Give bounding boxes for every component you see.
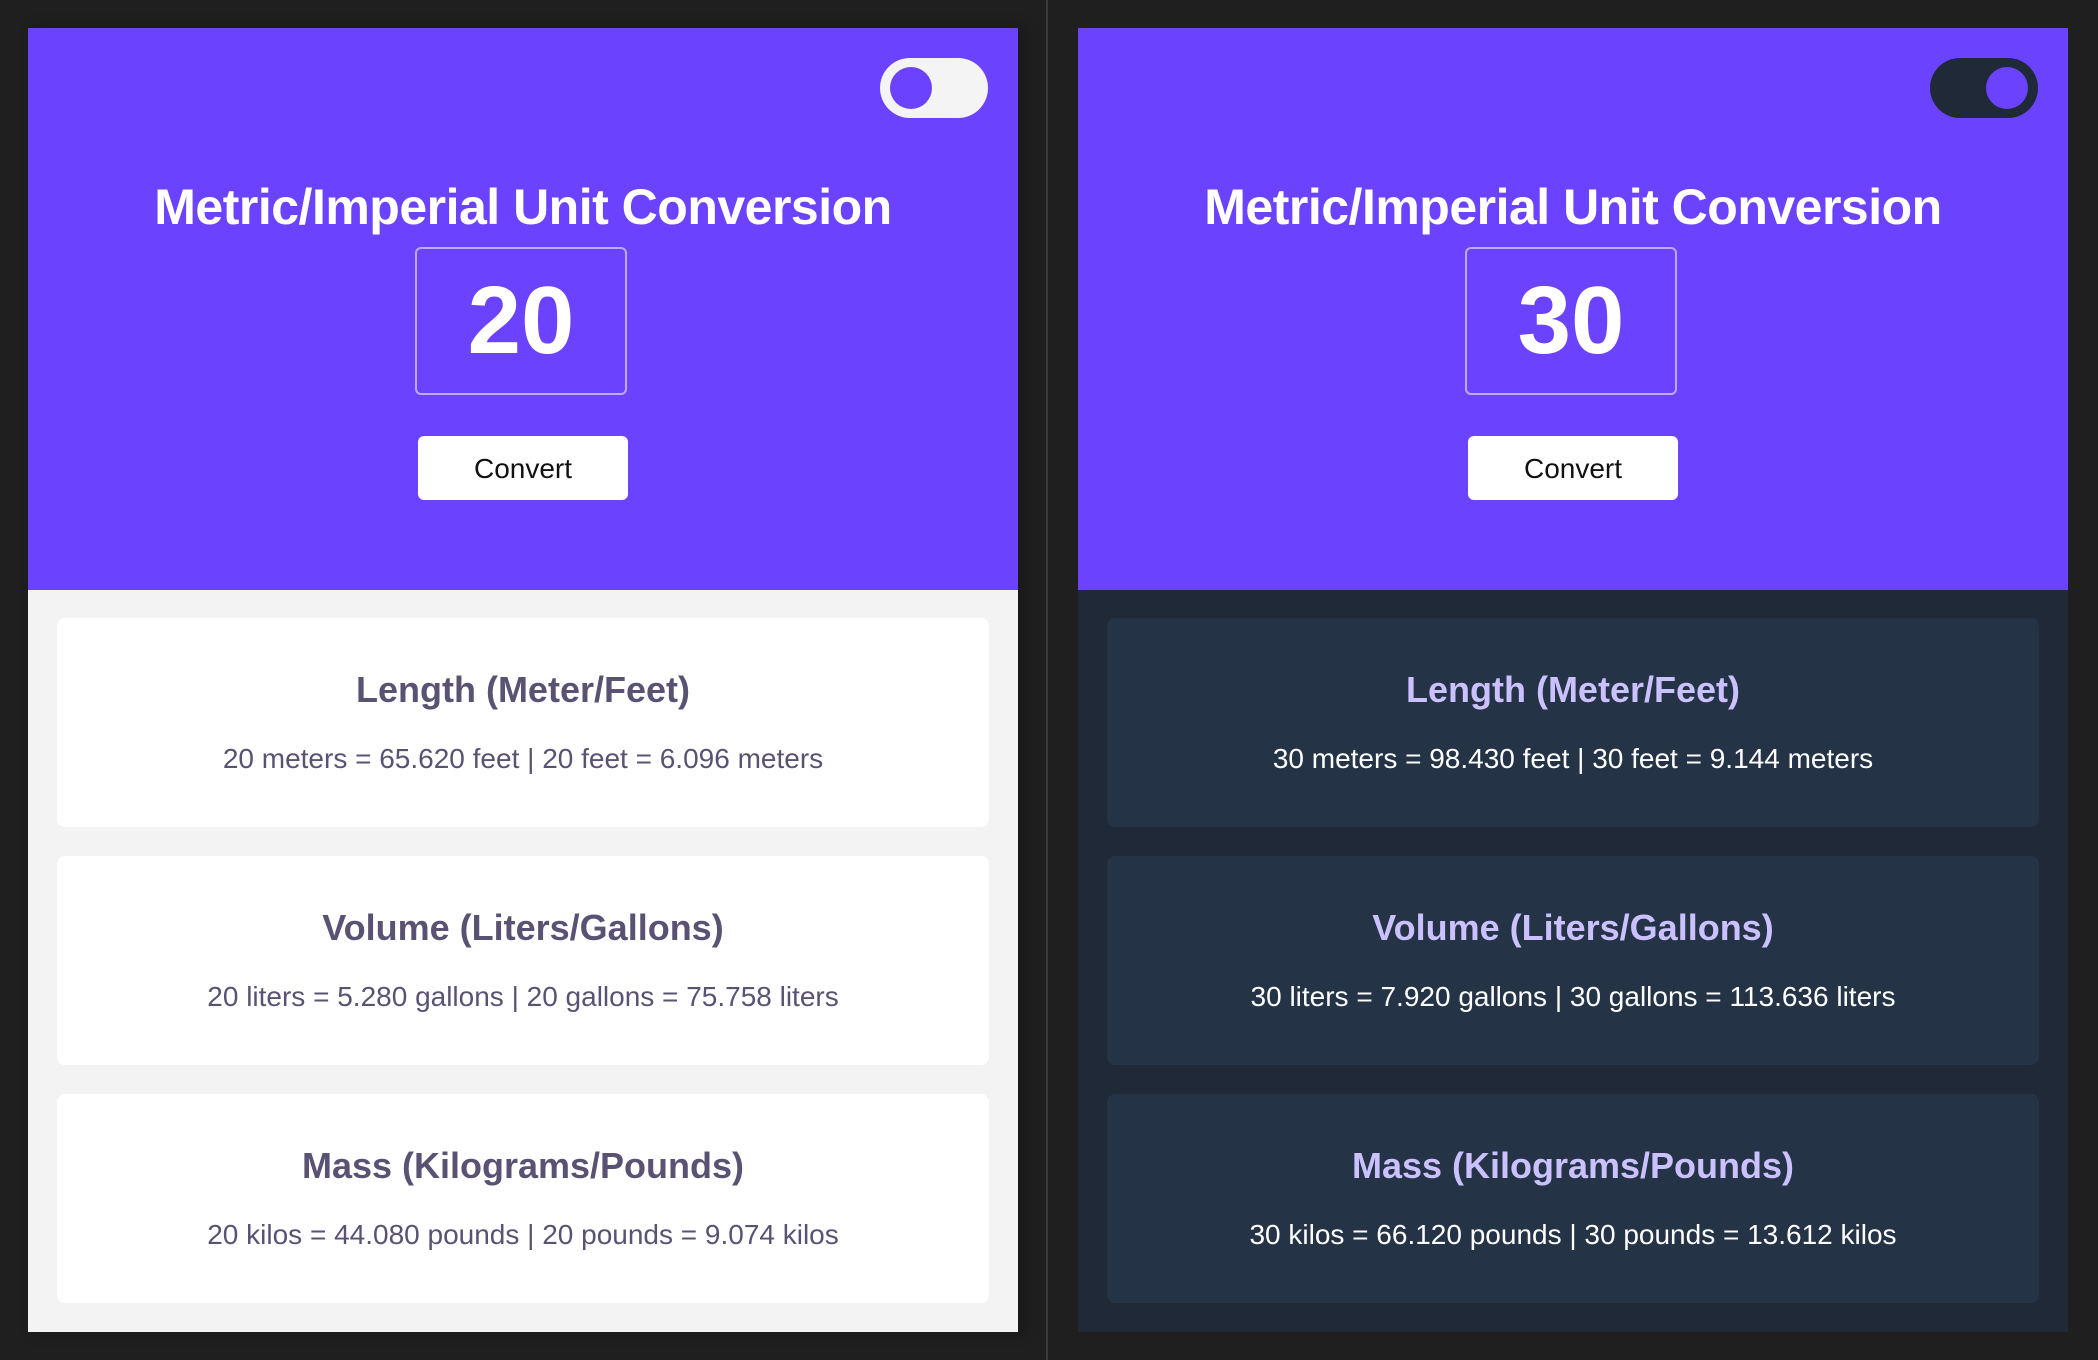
length-card-title: Length (Meter/Feet) — [355, 669, 690, 710]
volume-card: Volume (Liters/Gallons) 30 liters = 7.92… — [1107, 856, 2039, 1065]
page-title: Metric/Imperial Unit Conversion — [1204, 179, 1942, 235]
number-input[interactable] — [1465, 247, 1677, 395]
screenshot-stage: Metric/Imperial Unit Conversion Convert … — [0, 0, 2098, 1360]
mass-card-title: Mass (Kilograms/Pounds) — [1351, 1145, 1795, 1186]
light-theme-app: Metric/Imperial Unit Conversion Convert … — [28, 28, 1018, 1332]
mass-card: Mass (Kilograms/Pounds) 30 kilos = 66.12… — [1107, 1094, 2039, 1303]
length-card: Length (Meter/Feet) 20 meters = 65.620 f… — [57, 618, 989, 827]
header-section: Metric/Imperial Unit Conversion Convert — [28, 28, 1018, 590]
mass-card-result: 20 kilos = 44.080 pounds | 20 pounds = 9… — [207, 1219, 839, 1250]
volume-card-title: Volume (Liters/Gallons) — [322, 907, 724, 948]
mass-card-result: 30 kilos = 66.120 pounds | 30 pounds = 1… — [1249, 1219, 1897, 1250]
length-card-title: Length (Meter/Feet) — [1405, 669, 1740, 710]
volume-card-result: 30 liters = 7.920 gallons | 30 gallons =… — [1250, 981, 1896, 1012]
volume-card-title: Volume (Liters/Gallons) — [1372, 907, 1774, 948]
convert-button[interactable]: Convert — [418, 436, 628, 500]
toggle-knob — [890, 67, 932, 109]
theme-toggle-switch[interactable] — [1930, 58, 2038, 118]
theme-toggle-switch[interactable] — [880, 58, 988, 118]
header-section: Metric/Imperial Unit Conversion Convert — [1078, 28, 2068, 590]
length-card-result: 20 meters = 65.620 feet | 20 feet = 6.09… — [222, 743, 824, 774]
page-title: Metric/Imperial Unit Conversion — [154, 179, 892, 235]
dark-theme-app: Metric/Imperial Unit Conversion Convert … — [1078, 28, 2068, 1332]
length-card-result: 30 meters = 98.430 feet | 30 feet = 9.14… — [1272, 743, 1874, 774]
volume-card-result: 20 liters = 5.280 gallons | 20 gallons =… — [207, 981, 839, 1012]
volume-card: Volume (Liters/Gallons) 20 liters = 5.28… — [57, 856, 989, 1065]
mass-card: Mass (Kilograms/Pounds) 20 kilos = 44.08… — [57, 1094, 989, 1303]
length-card: Length (Meter/Feet) 30 meters = 98.430 f… — [1107, 618, 2039, 827]
results-section: Length (Meter/Feet) 30 meters = 98.430 f… — [1078, 590, 2068, 1303]
results-section: Length (Meter/Feet) 20 meters = 65.620 f… — [28, 590, 1018, 1303]
window-divider — [1046, 0, 1048, 1360]
mass-card-title: Mass (Kilograms/Pounds) — [301, 1145, 745, 1186]
number-input[interactable] — [415, 247, 627, 395]
toggle-knob — [1986, 67, 2028, 109]
convert-button[interactable]: Convert — [1468, 436, 1678, 500]
